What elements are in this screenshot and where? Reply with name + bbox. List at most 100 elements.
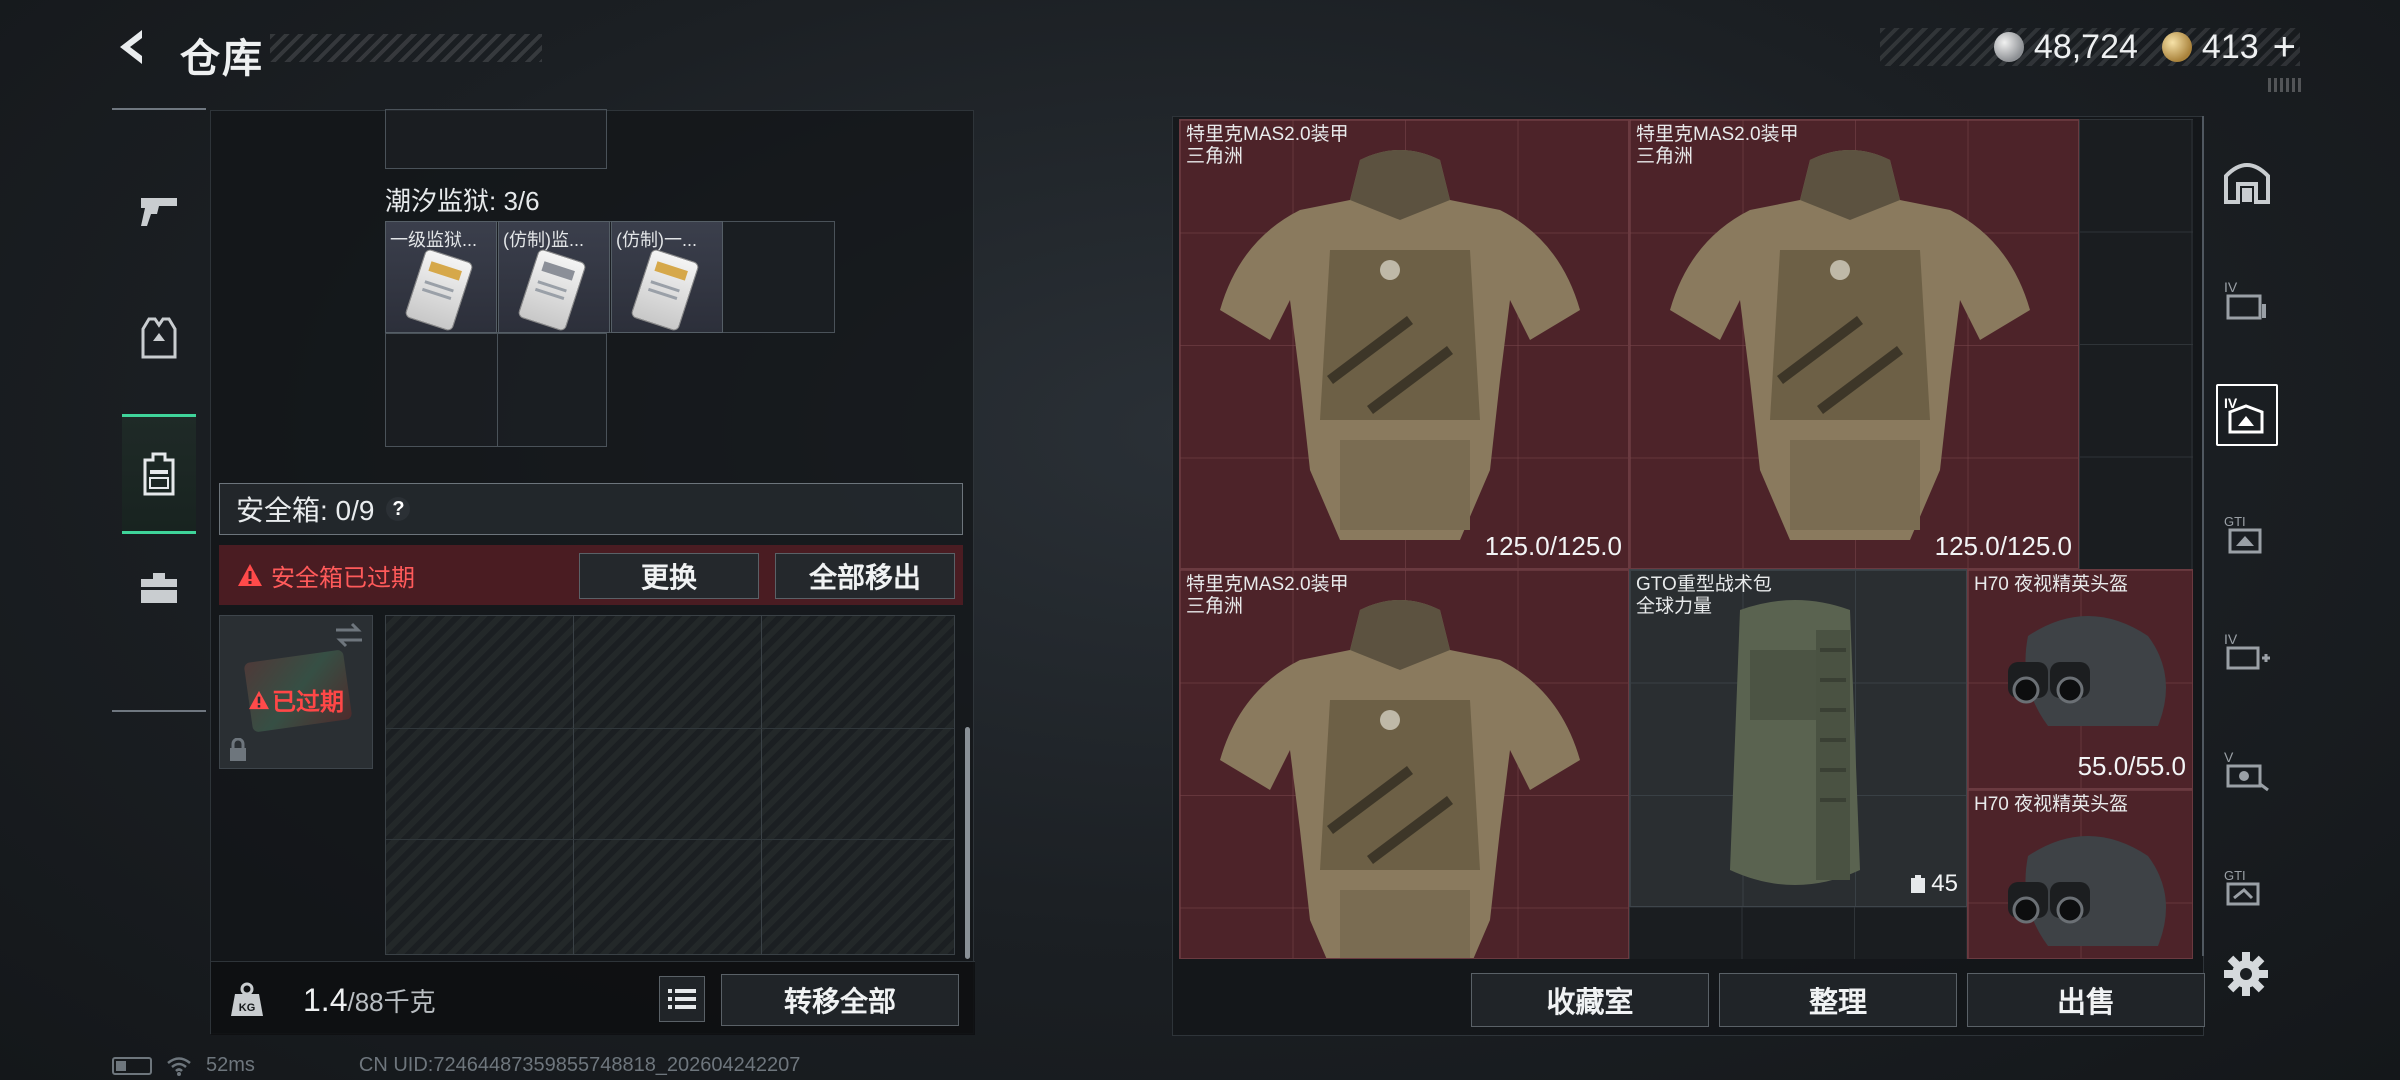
expired-notice-text: 安全箱已过期 <box>271 564 415 592</box>
organize-button[interactable]: 整理 <box>1719 973 1957 1027</box>
status-bar: 52ms CN UID:72464487359855748818_2026042… <box>112 1054 800 1077</box>
keycard-item[interactable]: (仿制)一... <box>611 221 723 333</box>
move-all-out-button[interactable]: 全部移出 <box>775 553 955 599</box>
item-name: H70 夜视精英头盔 <box>1974 574 2129 595</box>
tab-stash-iv[interactable]: IV <box>2216 268 2278 330</box>
swap-icon[interactable] <box>334 622 364 648</box>
item-name: H70 夜视精英头盔 <box>1974 794 2129 815</box>
tools-tab-icon: V <box>2224 749 2269 792</box>
briefcase-icon <box>141 573 177 603</box>
item-name: 特里克MAS2.0装甲 三角洲 <box>1186 574 1349 617</box>
page-title: 仓库 <box>180 37 264 81</box>
item-name: GTO重型战术包 全球力量 <box>1636 574 1772 617</box>
safe-box-slot[interactable]: 已过期 <box>219 615 373 769</box>
keycard-item[interactable]: (仿制)监... <box>498 221 610 333</box>
wifi-icon <box>167 1056 191 1076</box>
tab-stash-gti-misc[interactable]: GTI <box>2216 856 2278 918</box>
weight-max: /88千克 <box>347 987 436 1017</box>
currency-bar: 48,724 413 + <box>1880 25 2300 69</box>
settings-button[interactable] <box>2222 950 2270 998</box>
weight-current: 1.4 <box>303 982 348 1018</box>
sell-button[interactable]: 出售 <box>1967 973 2205 1027</box>
nav-weapons[interactable] <box>122 150 196 270</box>
helmet-image <box>2008 836 2166 946</box>
backpack-image <box>1730 600 1860 885</box>
stash-panel: 特里克MAS2.0装甲 三角洲 125.0/125.0 特里克MAS2.0装甲 三角… <box>1172 116 2205 1036</box>
tab-stash-gti[interactable]: GTI <box>2216 502 2278 564</box>
safe-box-header: 安全箱: 0/9 ? <box>219 483 963 535</box>
scrollbar[interactable] <box>965 727 970 959</box>
list-view-button[interactable] <box>659 976 705 1022</box>
svg-text:IV: IV <box>2224 279 2238 295</box>
pistol-icon <box>141 198 177 226</box>
safe-box-grid-locked <box>385 615 955 955</box>
transfer-all-button[interactable]: 转移全部 <box>721 974 959 1026</box>
prison-section-label: 潮汐监狱: 3/6 <box>385 186 540 216</box>
capacity: 45 <box>1909 870 1958 898</box>
item-name: (仿制)监... <box>503 230 584 250</box>
back-arrow-icon <box>120 30 142 64</box>
stash-item-armor[interactable]: 特里克MAS2.0装甲 三角洲 125.0/125.0 <box>1629 119 2079 569</box>
ping-value: 52ms <box>206 1054 255 1076</box>
keycard-item[interactable]: 一级监狱... <box>385 221 497 333</box>
stash-item-armor[interactable]: 特里克MAS2.0装甲 三角洲 125.0/125.0 <box>1179 119 1629 569</box>
medical-tab-icon: IV <box>2224 631 2270 670</box>
svg-text:GTI: GTI <box>2224 868 2246 883</box>
list-icon <box>668 989 696 1009</box>
battery-icon <box>112 1056 152 1075</box>
back-button[interactable] <box>108 22 158 72</box>
stash-tab-icon: IV <box>2224 279 2266 320</box>
nav-backpack[interactable] <box>122 414 196 534</box>
keycard-icon <box>630 248 700 332</box>
item-name: 特里克MAS2.0装甲 三角洲 <box>1186 124 1349 167</box>
weight-kg-icon: KG <box>229 982 265 1018</box>
armor-tab-icon: IV <box>2224 395 2264 434</box>
misc-tab-icon: GTI <box>2224 868 2260 906</box>
user-uid: CN UID:72464487359855748818_202604242207 <box>358 1054 801 1076</box>
keycard-icon <box>404 248 474 332</box>
warning-icon <box>238 564 262 586</box>
nav-armor[interactable] <box>122 278 196 398</box>
weight-bar: KG 1.4/88千克 转移全部 <box>211 961 975 1035</box>
replace-button[interactable]: 更换 <box>579 553 759 599</box>
gear-tab-icon: GTI <box>2224 514 2262 554</box>
capacity-value: 45 <box>1931 870 1958 897</box>
armor-vest-image <box>1670 150 2030 540</box>
inventory-panel: 潮汐监狱: 3/6 一级监狱... (仿制)监... (仿制)一... 安全箱:… <box>210 109 975 1035</box>
stash-item-helmet[interactable]: H70 夜视精英头盔 55.0/55.0 <box>1967 569 2193 789</box>
container-grid-top[interactable] <box>385 109 607 169</box>
stash-item-backpack[interactable]: GTO重型战术包 全球力量 45 <box>1629 569 1967 907</box>
expired-notice-bar: 安全箱已过期 更换 全部移出 <box>219 545 963 605</box>
durability: 55.0/55.0 <box>2077 751 2186 781</box>
gear-icon <box>2224 952 2268 996</box>
tab-stash-iv-armor[interactable]: IV <box>2216 384 2278 446</box>
grid-divider <box>497 333 498 447</box>
durability: 125.0/125.0 <box>1484 531 1622 561</box>
add-currency-button[interactable]: + <box>2273 25 2296 70</box>
svg-text:IV: IV <box>2224 631 2238 647</box>
title-decoration <box>270 34 542 62</box>
nav-case[interactable] <box>122 528 196 648</box>
safe-box-label: 安全箱: 0/9 <box>236 495 375 526</box>
menu-indicator[interactable] <box>2268 78 2304 92</box>
stash-item-helmet[interactable]: H70 夜视精英头盔 <box>1967 789 2193 959</box>
svg-text:KG: KG <box>239 1002 256 1014</box>
stash-item-armor[interactable]: 特里克MAS2.0装甲 三角洲 <box>1179 569 1629 959</box>
warehouse-icon <box>2224 163 2270 204</box>
silver-currency-value: 48,724 <box>2033 27 2138 66</box>
help-icon[interactable]: ? <box>386 497 411 521</box>
svg-text:GTI: GTI <box>2224 514 2246 529</box>
collection-room-button[interactable]: 收藏室 <box>1471 973 1709 1027</box>
gold-currency-value: 413 <box>2201 27 2259 66</box>
expired-badge-text: 已过期 <box>272 689 344 716</box>
left-nav <box>112 108 206 712</box>
backpack-capacity-icon <box>1911 875 1926 893</box>
tab-stash-medical[interactable]: IV <box>2216 620 2278 682</box>
warning-icon <box>249 690 269 709</box>
tab-stash-v[interactable]: V <box>2216 738 2278 800</box>
tab-all-stash[interactable] <box>2216 150 2278 212</box>
durability: 125.0/125.0 <box>1934 531 2072 561</box>
svg-text:V: V <box>2224 749 2234 765</box>
item-name: (仿制)一... <box>616 230 697 250</box>
keycard-icon <box>517 248 587 332</box>
